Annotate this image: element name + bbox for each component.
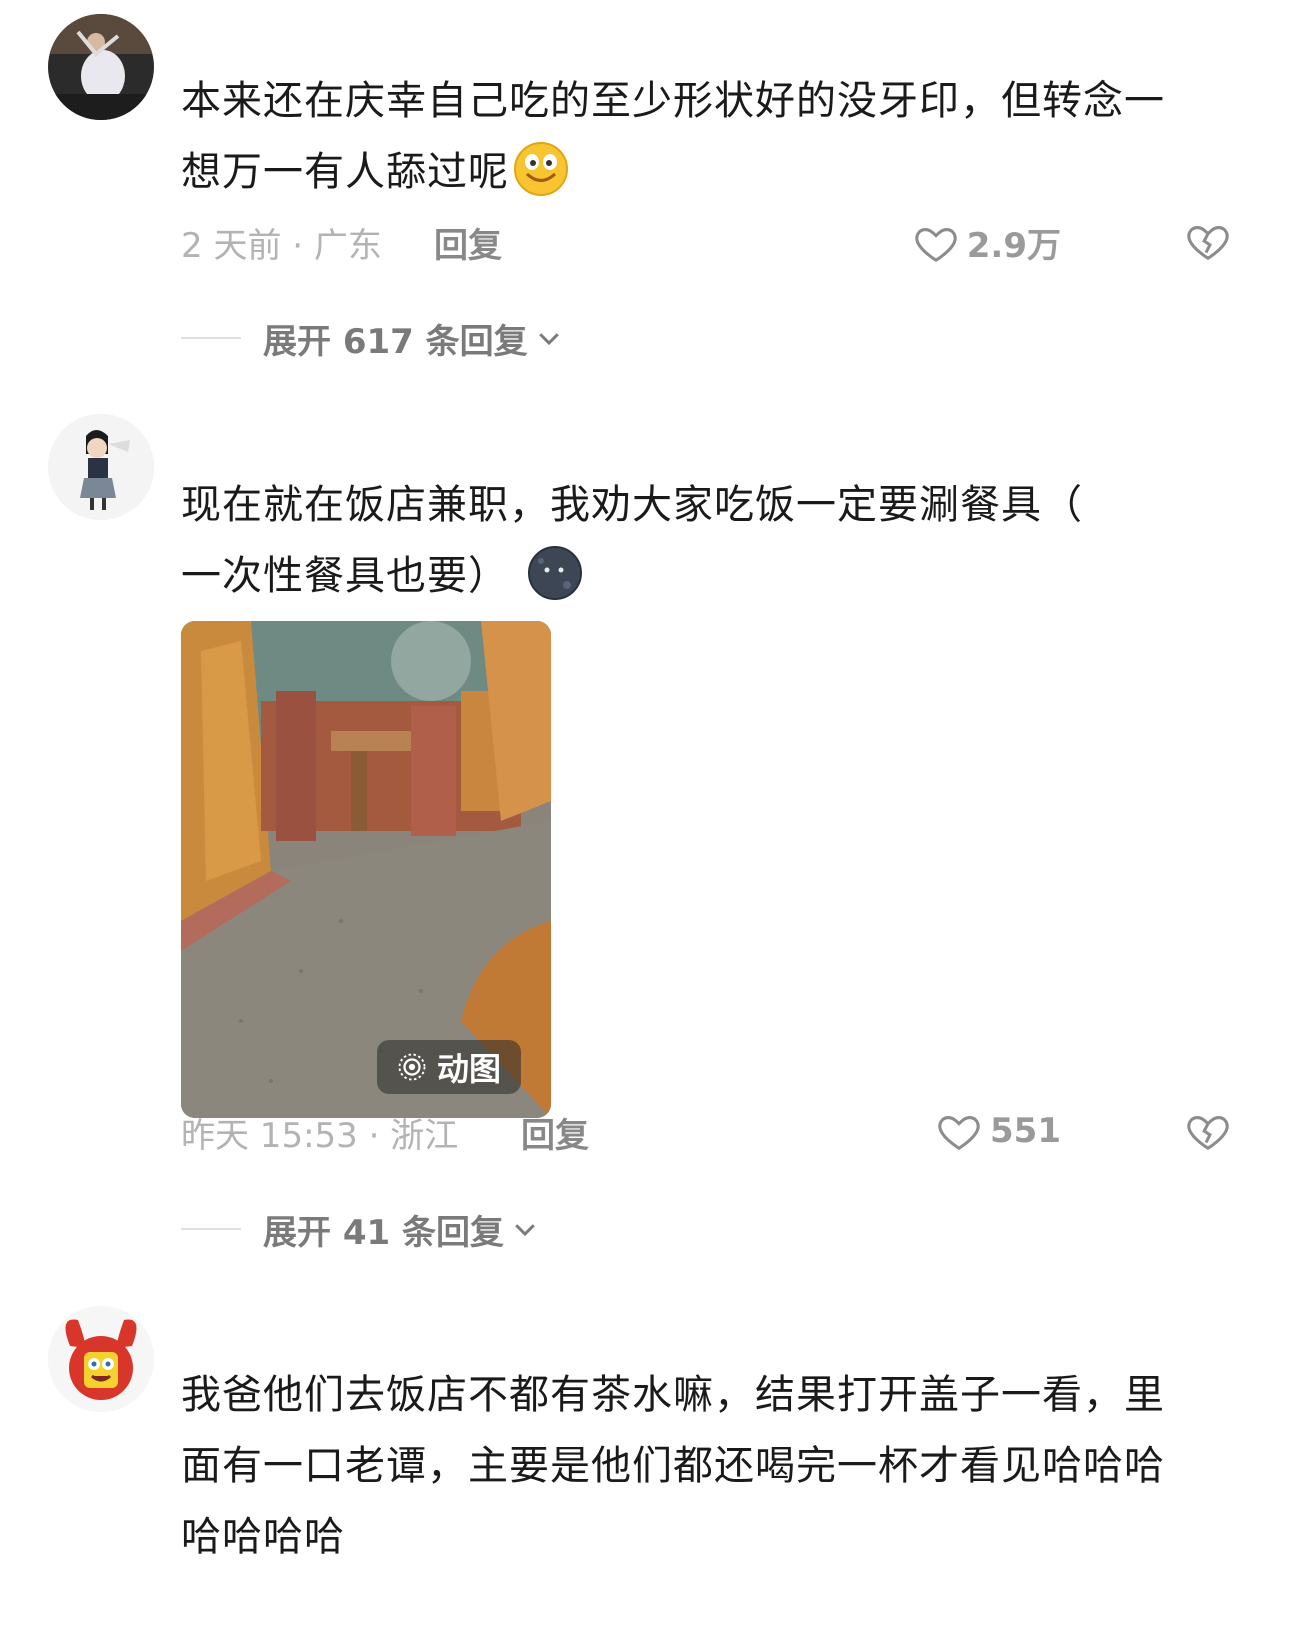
animated-image-badge: 动图	[376, 1040, 521, 1094]
avatar[interactable]	[48, 1306, 154, 1412]
comment-text-line: 现在就在饭店兼职，我劝大家吃饭一定要涮餐具（	[181, 482, 1083, 528]
reply-button[interactable]: 回复	[434, 218, 502, 267]
reply-button[interactable]: 回复	[521, 1108, 589, 1157]
dislike-button[interactable]	[1185, 218, 1231, 273]
animated-image-badge-label: 动图	[436, 1050, 501, 1088]
like-count: 551	[990, 1111, 1061, 1151]
avatar[interactable]	[48, 414, 154, 520]
heart-icon	[938, 1116, 980, 1151]
time-location: 昨天 15:53 · 浙江	[181, 1116, 459, 1156]
chevron-down-icon	[538, 333, 559, 346]
grinning-face-emoji-icon	[514, 142, 568, 196]
comment-text-line: 想万一有人舔过呢	[181, 137, 1231, 208]
dark-moon-face-emoji-icon	[527, 546, 582, 600]
expand-replies[interactable]: 展开 41 条回复	[181, 1204, 540, 1254]
expand-replies-label: 展开 41 条回复	[263, 1212, 504, 1253]
restaurant-interior-photo[interactable]: 动图	[181, 621, 551, 1118]
comment-text-line: 本来还在庆幸自己吃的至少形状好的没牙印，但转念一	[181, 78, 1165, 124]
like-button[interactable]: 551	[936, 1108, 1061, 1154]
comment-text-line: 哈哈哈哈	[181, 1514, 345, 1560]
heart-icon	[915, 227, 957, 262]
broken-heart-icon	[1187, 1116, 1229, 1151]
divider-line	[181, 1228, 241, 1230]
chevron-down-icon	[515, 1224, 535, 1237]
comment-text-line: 一次性餐具也要）	[181, 541, 1231, 612]
comment-text: 我爸他们去饭店不都有茶水嘛，结果打开盖子一看，里 面有一口老谭，主要是他们都还喝…	[181, 1360, 1231, 1573]
divider-line	[181, 337, 241, 339]
broken-heart-icon	[1187, 226, 1229, 261]
time-location: 2 天前 · 广东	[181, 226, 382, 266]
expand-replies[interactable]: 展开 617 条回复	[181, 313, 564, 363]
comment-text-line: 我爸他们去饭店不都有茶水嘛，结果打开盖子一看，里	[181, 1372, 1165, 1418]
like-count: 2.9万	[966, 226, 1061, 266]
live-photo-icon	[398, 1053, 426, 1081]
comment-text: 本来还在庆幸自己吃的至少形状好的没牙印，但转念一 想万一有人舔过呢	[181, 66, 1231, 208]
avatar[interactable]	[48, 14, 154, 120]
comment-text: 现在就在饭店兼职，我劝大家吃饭一定要涮餐具（ 一次性餐具也要）	[181, 470, 1231, 612]
comment-text-line: 面有一口老谭，主要是他们都还喝完一杯才看见哈哈哈	[181, 1443, 1165, 1489]
dislike-button[interactable]	[1185, 1108, 1231, 1163]
expand-replies-label: 展开 617 条回复	[263, 321, 528, 362]
comment-meta: 昨天 15:53 · 浙江 回复 551	[181, 1108, 1231, 1158]
comment-meta: 2 天前 · 广东 回复 2.9万	[181, 218, 1231, 268]
like-button[interactable]: 2.9万	[913, 218, 1061, 267]
